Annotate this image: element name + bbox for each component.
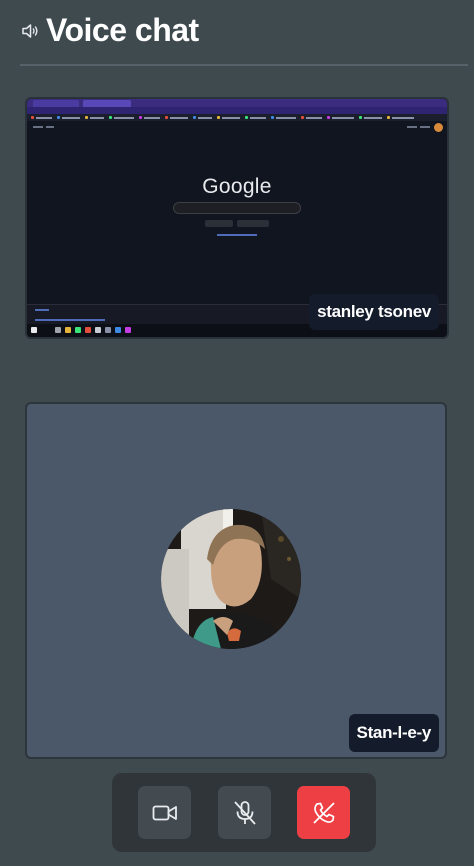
hangup-button[interactable] — [297, 786, 350, 839]
shared-browser-avatar — [434, 123, 443, 132]
phone-hangup-icon — [312, 801, 335, 824]
screen-share-tile[interactable]: Google stanley tsonev — [25, 97, 449, 339]
shared-search-button — [205, 220, 233, 227]
shared-browser-bookmarks — [27, 114, 447, 121]
microphone-toggle-button[interactable] — [218, 786, 271, 839]
call-controls — [112, 773, 376, 852]
video-camera-icon — [152, 805, 177, 820]
camera-toggle-button[interactable] — [138, 786, 191, 839]
mic-muted-icon — [233, 800, 256, 825]
participant-name-tag: Stan-l-e-y — [348, 714, 439, 752]
screen-share-name-tag: stanley tsonev — [309, 294, 439, 330]
page-title: Voice chat — [46, 12, 199, 48]
participant-tile[interactable]: Stan-l-e-y — [25, 402, 447, 759]
header-divider — [20, 64, 468, 66]
participant-avatar — [161, 509, 301, 649]
avatar-photo — [161, 509, 301, 649]
shared-lucky-button — [237, 220, 269, 227]
shared-search-box — [173, 202, 301, 214]
voice-chat-header: Voice chat — [20, 10, 468, 64]
google-logo: Google — [202, 175, 272, 198]
speaker-icon — [22, 24, 38, 38]
shared-browser-urlbar — [27, 107, 447, 114]
shared-browser-tabbar — [27, 99, 447, 107]
